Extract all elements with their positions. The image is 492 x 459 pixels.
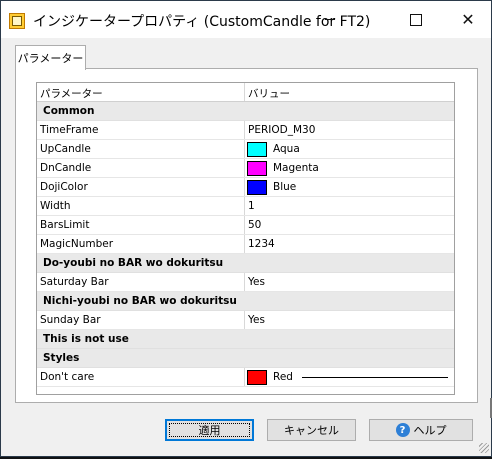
column-divider xyxy=(244,273,245,291)
section-label: Nichi-youbi no BAR wo dokuritsu xyxy=(43,295,237,307)
grid-section-row: Nichi-youbi no BAR wo dokuritsu xyxy=(37,292,454,311)
help-icon: ? xyxy=(395,423,410,437)
help-button[interactable]: ? ヘルプ xyxy=(369,419,473,441)
maximize-icon xyxy=(410,13,422,26)
param-value[interactable]: 1 xyxy=(248,200,255,212)
color-swatch[interactable] xyxy=(247,370,267,385)
grid-param-row[interactable]: Width 1 xyxy=(37,197,454,216)
grid-param-row[interactable]: UpCandle Aqua xyxy=(37,140,454,159)
grid-param-row[interactable]: DojiColor Blue xyxy=(37,178,454,197)
grid-section-row: Do-youbi no BAR wo dokuritsu xyxy=(37,254,454,273)
param-value[interactable]: 1234 xyxy=(248,238,275,250)
grid-param-row[interactable]: Saturday Bar Yes xyxy=(37,273,454,292)
column-divider xyxy=(244,216,245,234)
column-divider xyxy=(244,159,245,177)
param-value[interactable]: Magenta xyxy=(273,162,319,174)
parameter-grid[interactable]: パラメーター バリュー Common TimeFrame PERIOD_M30 UpC… xyxy=(36,82,455,395)
close-button[interactable]: ✕ xyxy=(445,1,491,38)
close-icon: ✕ xyxy=(461,10,475,29)
param-value[interactable]: Yes xyxy=(248,314,265,326)
param-value[interactable]: 50 xyxy=(248,219,261,231)
color-swatch[interactable] xyxy=(247,161,267,176)
param-name: BarsLimit xyxy=(40,219,90,231)
column-divider xyxy=(244,368,245,386)
apply-button[interactable]: 適用 xyxy=(165,419,254,441)
column-divider[interactable] xyxy=(244,83,245,101)
color-swatch[interactable] xyxy=(247,180,267,195)
param-name: DojiColor xyxy=(40,181,88,193)
param-value[interactable]: PERIOD_M30 xyxy=(248,124,315,136)
grid-param-row[interactable]: Sunday Bar Yes xyxy=(37,311,454,330)
header-parameter: パラメーター xyxy=(40,88,103,100)
tab-panel: パラメーター バリュー Common TimeFrame PERIOD_M30 UpC… xyxy=(15,68,478,403)
maximize-button[interactable] xyxy=(393,1,439,38)
param-value[interactable]: Yes xyxy=(248,276,265,288)
line-style-sample[interactable] xyxy=(302,377,448,378)
grid-param-row[interactable]: TimeFrame PERIOD_M30 xyxy=(37,121,454,140)
column-divider xyxy=(244,178,245,196)
grid-section-row: Styles xyxy=(37,349,454,368)
properties-dialog: インジケータープロパティ (CustomCandle for FT2) ✕ パラ… xyxy=(0,0,492,457)
grid-param-row[interactable]: BarsLimit 50 xyxy=(37,216,454,235)
param-name: Saturday Bar xyxy=(40,276,109,288)
param-name: DnCandle xyxy=(40,162,92,174)
param-name: Don't care xyxy=(40,371,95,383)
grid-param-row[interactable]: DnCandle Magenta xyxy=(37,159,454,178)
minimize-icon xyxy=(325,19,335,20)
grid-header: パラメーター バリュー xyxy=(37,83,454,102)
title-bar[interactable]: インジケータープロパティ (CustomCandle for FT2) ✕ xyxy=(1,1,491,38)
help-label: ヘルプ xyxy=(413,424,447,437)
section-label: Styles xyxy=(43,352,80,364)
section-label: Common xyxy=(43,105,95,117)
grid-section-row: Common xyxy=(37,102,454,121)
grid-param-row[interactable]: Don't care Red xyxy=(37,368,454,387)
param-value[interactable]: Red xyxy=(273,371,293,383)
minimize-button[interactable] xyxy=(307,1,353,38)
grid-section-row: This is not use xyxy=(37,330,454,349)
cancel-label: キャンセル xyxy=(284,424,339,437)
param-name: Sunday Bar xyxy=(40,314,101,326)
resize-grip[interactable] xyxy=(479,443,489,453)
param-name: TimeFrame xyxy=(40,124,99,136)
section-label: Do-youbi no BAR wo dokuritsu xyxy=(43,257,224,269)
tab-label: パラメーター xyxy=(17,52,84,65)
tab-parameters[interactable]: パラメーター xyxy=(15,45,86,70)
param-value[interactable]: Blue xyxy=(273,181,296,193)
focus-ring xyxy=(169,423,250,437)
cancel-button[interactable]: キャンセル xyxy=(267,419,356,441)
column-divider xyxy=(244,140,245,158)
column-divider xyxy=(244,235,245,253)
section-label: This is not use xyxy=(43,333,129,345)
app-icon xyxy=(9,13,25,29)
column-divider xyxy=(244,311,245,329)
column-divider xyxy=(244,121,245,139)
header-value: バリュー xyxy=(248,88,290,100)
grid-param-row[interactable]: MagicNumber 1234 xyxy=(37,235,454,254)
param-name: UpCandle xyxy=(40,143,91,155)
param-name: MagicNumber xyxy=(40,238,114,250)
color-swatch[interactable] xyxy=(247,142,267,157)
column-divider xyxy=(244,197,245,215)
param-name: Width xyxy=(40,200,71,212)
param-value[interactable]: Aqua xyxy=(273,143,300,155)
